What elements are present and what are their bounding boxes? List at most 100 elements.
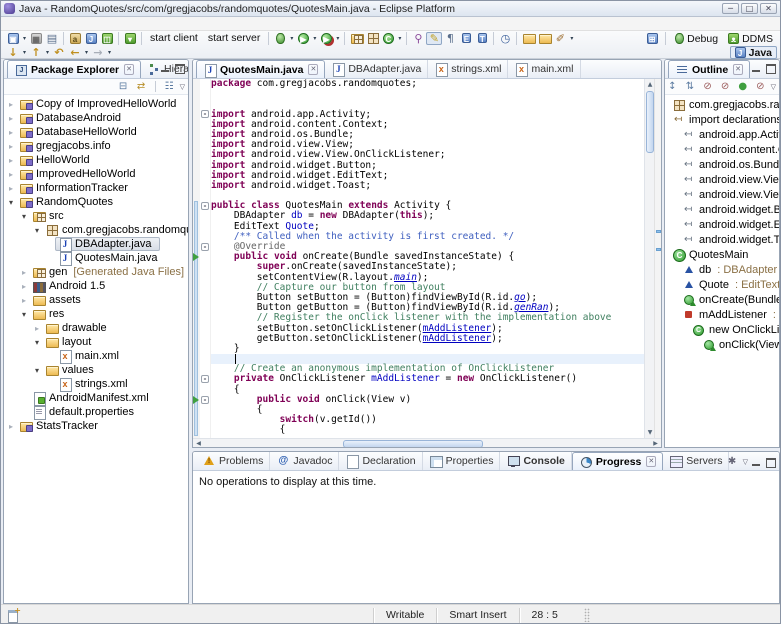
view-tab[interactable]: Declaration ✕ [339,452,422,470]
minimize-view-icon[interactable] [751,457,762,467]
view-menu-chevron-icon[interactable]: ▽ [771,83,776,91]
vertical-scrollbar[interactable]: ▲ ▼ [644,79,654,438]
start-server-button[interactable]: start server [203,32,266,44]
outline-item[interactable]: import declarations [665,112,779,127]
view-tab[interactable]: Javadoc ✕ [270,452,339,470]
previous-annotation-icon[interactable]: ↑ [28,46,44,59]
hide-fields-icon[interactable]: ⊘ [700,80,715,93]
tree-item[interactable]: AndroidManifest.xml [4,391,188,405]
expand-arrow-icon[interactable] [6,156,16,165]
android-sdk-icon[interactable]: ▾ [122,32,138,45]
start-client-button[interactable]: start client [145,32,203,44]
outline-item[interactable]: android.view.View.OnClickListener [665,187,779,202]
titlebar[interactable]: Java - RandomQuotes/src/com/gregjacobs/r… [1,1,780,17]
expand-arrow-icon[interactable] [32,366,42,375]
hide-local-types-icon[interactable]: ⊘ [753,80,768,93]
outline-item[interactable]: android.widget.Button [665,202,779,217]
expand-arrow-icon[interactable] [19,282,29,291]
android-avd-manager-icon[interactable]: ◫ [99,32,115,45]
code-line[interactable]: import android.widget.Toast; [211,181,644,191]
code-line[interactable]: } [211,344,644,354]
outline-item[interactable]: onClick(View) : void [665,337,779,352]
fold-collapse-icon[interactable]: - [201,396,209,404]
overview-ruler[interactable] [654,79,661,438]
outline-item[interactable]: android.view.View [665,172,779,187]
occurrence-mark[interactable] [656,248,661,251]
external-tools-dropdown-icon[interactable]: ▾ [334,35,341,42]
outline-item[interactable]: com.gregjacobs.randomquotes [665,97,779,112]
tree-item[interactable]: StatsTracker [4,419,188,433]
tree-item[interactable]: main.xml [4,349,188,363]
expand-arrow-icon[interactable] [6,422,16,431]
tree-item[interactable]: values [4,363,188,377]
tree-item[interactable]: gen [Generated Java Files] [4,265,188,279]
back-icon[interactable]: ← [67,46,83,59]
tree-item[interactable]: assets [4,293,188,307]
next-annotation-dropdown-icon[interactable]: ▾ [21,49,28,56]
close-icon[interactable]: ✕ [124,64,134,75]
view-tab[interactable]: Progress ✕ [572,452,663,470]
expand-arrow-icon[interactable] [32,324,42,333]
tree-item[interactable]: ImprovedHelloWorld [4,167,188,181]
hide-non-public-icon[interactable]: ● [735,80,750,93]
close-icon[interactable]: ✕ [733,64,743,75]
tree-item[interactable]: Copy of ImprovedHelloWorld [4,97,188,111]
minimize-window-button[interactable]: ─ [722,3,739,14]
tree-item[interactable]: layout [4,335,188,349]
open-resource-icon[interactable] [536,32,552,45]
tree-item[interactable]: drawable [4,321,188,335]
run-dropdown-icon[interactable]: ▾ [311,35,318,42]
new-wizard-dropdown-icon[interactable]: ▾ [21,35,28,42]
tab-package-explorer[interactable]: Package Explorer ✕ [7,60,141,78]
print-icon[interactable]: ▤ [44,32,60,45]
outline-item[interactable]: Quote : EditText [665,277,779,292]
view-menu-chevron-icon[interactable]: ▽ [743,458,748,466]
horizontal-scrollbar[interactable]: ◀ ▶ [193,438,661,448]
expand-arrow-icon[interactable] [6,142,16,151]
maximize-window-button[interactable]: □ [741,3,758,14]
sort-icon[interactable]: ⇅ [683,80,698,93]
fold-collapse-icon[interactable]: - [201,110,209,118]
tab-outline[interactable]: Outline ✕ [668,60,750,78]
external-tools-icon[interactable]: ▶ [318,32,334,45]
fold-collapse-icon[interactable]: - [201,375,209,383]
minimize-view-icon[interactable] [160,63,171,73]
outline-item[interactable]: android.app.Activity [665,127,779,142]
maximize-view-icon[interactable] [765,63,776,73]
show-source-icon[interactable]: E [458,32,474,45]
view-tab[interactable]: Console ✕ [500,452,571,470]
outline-item[interactable]: android.os.Bundle [665,157,779,172]
tree-item[interactable]: DBAdapter.java [4,237,188,251]
tree-item[interactable]: DatabaseHelloWorld [4,125,188,139]
outline-item[interactable]: android.widget.EditText [665,217,779,232]
expand-arrow-icon[interactable] [19,310,29,319]
collapse-all-icon[interactable]: ⊟ [116,80,131,93]
expand-arrow-icon[interactable] [6,170,16,179]
tree-item[interactable]: DatabaseAndroid [4,111,188,125]
outline-item[interactable]: android.content.Context [665,142,779,157]
code-line[interactable]: private OnClickListener mAddListener = n… [211,374,644,384]
annotation-ruler[interactable] [193,79,200,438]
expand-arrow-icon[interactable] [6,114,16,123]
view-menu-chevron-icon[interactable]: ▽ [180,83,185,91]
expand-arrow-icon[interactable] [19,296,29,305]
expand-arrow-icon[interactable] [32,226,42,235]
debug-icon[interactable] [272,32,288,45]
tree-item[interactable]: src [4,209,188,223]
expand-arrow-icon[interactable] [19,212,29,221]
scroll-left-icon[interactable]: ◀ [193,439,204,448]
expand-arrow-icon[interactable] [19,268,29,277]
close-icon[interactable]: ✕ [308,64,318,75]
new-class-dropdown-icon[interactable]: ▾ [396,35,403,42]
outline-item[interactable]: new OnClickListener() {...} [665,322,779,337]
code-line[interactable]: public void onClick(View v) [211,395,644,405]
debug-dropdown-icon[interactable]: ▾ [288,35,295,42]
code-line[interactable]: package com.gregjacobs.randomquotes; [211,79,644,89]
view-tab[interactable]: Servers ✕ [663,452,729,470]
close-window-button[interactable]: ✕ [760,3,777,14]
expand-arrow-icon[interactable] [6,198,16,207]
view-menu-icon[interactable]: ✱ [725,455,740,468]
open-file-icon[interactable] [520,32,536,45]
outline-item[interactable]: android.widget.Toast [665,232,779,247]
tree-item[interactable]: gregjacobs.info [4,139,188,153]
